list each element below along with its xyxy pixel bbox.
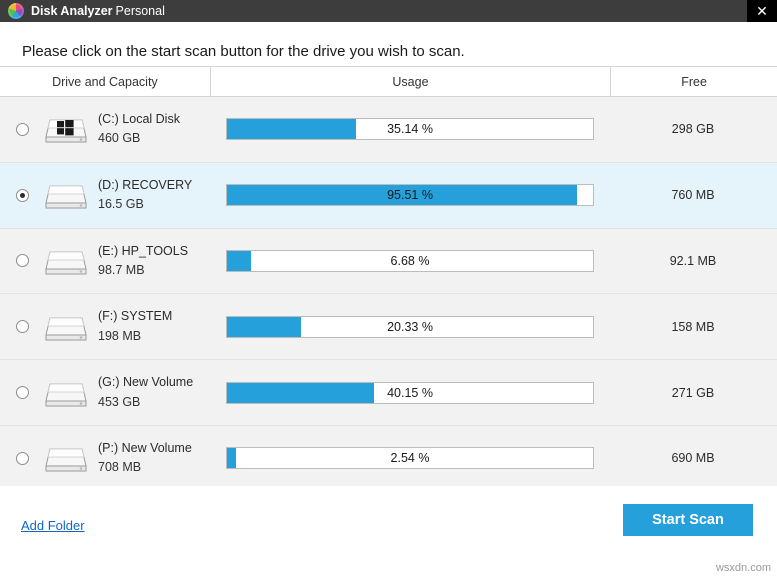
usage-cell: 40.15 %: [210, 382, 610, 404]
header-usage: Usage: [210, 67, 611, 96]
drive-label: (E:) HP_TOOLS98.7 MB: [98, 242, 210, 281]
drive-radio-button[interactable]: [16, 320, 29, 333]
drive-name: (D:) RECOVERY: [98, 176, 210, 195]
header-free: Free: [611, 67, 777, 96]
free-space-value: 760 MB: [610, 188, 776, 202]
drive-radio-wrapper: [0, 254, 44, 267]
windows-drive-icon: [44, 111, 88, 147]
drive-radio-button[interactable]: [16, 386, 29, 399]
window-title-bold: Disk Analyzer: [31, 4, 113, 18]
drive-capacity: 460 GB: [98, 129, 210, 148]
drive-radio-button[interactable]: [16, 452, 29, 465]
usage-cell: 95.51 %: [210, 184, 610, 206]
drive-list: (C:) Local Disk460 GB 35.14 % 298 GB (D:) R…: [0, 97, 777, 486]
usage-percent-label: 95.51 %: [227, 185, 593, 205]
table-row[interactable]: (D:) RECOVERY16.5 GB 95.51 % 760 MB: [0, 163, 777, 229]
drive-name: (F:) SYSTEM: [98, 307, 210, 326]
usage-progress-bar: 2.54 %: [226, 447, 594, 469]
usage-percent-label: 20.33 %: [227, 317, 593, 337]
drive-radio-button[interactable]: [16, 254, 29, 267]
disk-analyzer-window: Disk AnalyzerPersonal ✕ Please click on …: [0, 0, 777, 577]
free-space-value: 690 MB: [610, 451, 776, 465]
drive-label: (P:) New Volume708 MB: [98, 439, 210, 478]
drive-capacity: 198 MB: [98, 327, 210, 346]
table-row[interactable]: (G:) New Volume453 GB 40.15 % 271 GB: [0, 360, 777, 426]
drive-name: (C:) Local Disk: [98, 110, 210, 129]
usage-percent-label: 2.54 %: [227, 448, 593, 468]
hard-drive-icon: [44, 309, 88, 345]
usage-cell: 6.68 %: [210, 250, 610, 272]
drive-capacity: 708 MB: [98, 458, 210, 477]
usage-progress-bar: 40.15 %: [226, 382, 594, 404]
color-wheel-icon: [8, 3, 24, 19]
usage-progress-bar: 95.51 %: [226, 184, 594, 206]
usage-cell: 35.14 %: [210, 118, 610, 140]
drive-radio-wrapper: [0, 189, 44, 202]
hard-drive-icon: [44, 243, 88, 279]
instruction-text: Please click on the start scan button fo…: [0, 22, 777, 66]
table-row[interactable]: (E:) HP_TOOLS98.7 MB 6.68 % 92.1 MB: [0, 229, 777, 295]
hard-drive-icon: [44, 440, 88, 476]
drive-radio-wrapper: [0, 386, 44, 399]
free-space-value: 158 MB: [610, 320, 776, 334]
usage-cell: 2.54 %: [210, 447, 610, 469]
drive-radio-wrapper: [0, 452, 44, 465]
free-space-value: 298 GB: [610, 122, 776, 136]
drive-name: (P:) New Volume: [98, 439, 210, 458]
window-title-light: Personal: [116, 4, 165, 18]
drive-label: (G:) New Volume453 GB: [98, 373, 210, 412]
hard-drive-icon: [44, 375, 88, 411]
table-header: Drive and Capacity Usage Free: [0, 66, 777, 97]
drive-radio-button[interactable]: [16, 189, 29, 202]
table-row[interactable]: (C:) Local Disk460 GB 35.14 % 298 GB: [0, 97, 777, 163]
title-bar: Disk AnalyzerPersonal ✕: [0, 0, 777, 22]
usage-progress-bar: 20.33 %: [226, 316, 594, 338]
drive-radio-wrapper: [0, 123, 44, 136]
drive-label: (D:) RECOVERY16.5 GB: [98, 176, 210, 215]
table-row[interactable]: (P:) New Volume708 MB 2.54 % 690 MB: [0, 426, 777, 486]
drive-label: (F:) SYSTEM198 MB: [98, 307, 210, 346]
usage-cell: 20.33 %: [210, 316, 610, 338]
table-row[interactable]: (F:) SYSTEM198 MB 20.33 % 158 MB: [0, 294, 777, 360]
free-space-value: 92.1 MB: [610, 254, 776, 268]
drive-name: (G:) New Volume: [98, 373, 210, 392]
window-title: Disk AnalyzerPersonal: [31, 4, 165, 18]
drive-capacity: 16.5 GB: [98, 195, 210, 214]
drive-label: (C:) Local Disk460 GB: [98, 110, 210, 149]
drive-radio-wrapper: [0, 320, 44, 333]
watermark-text: wsxdn.com: [716, 562, 771, 574]
drive-name: (E:) HP_TOOLS: [98, 242, 210, 261]
usage-percent-label: 35.14 %: [227, 119, 593, 139]
free-space-value: 271 GB: [610, 386, 776, 400]
drive-capacity: 453 GB: [98, 393, 210, 412]
drive-capacity: 98.7 MB: [98, 261, 210, 280]
usage-progress-bar: 6.68 %: [226, 250, 594, 272]
usage-percent-label: 6.68 %: [227, 251, 593, 271]
usage-percent-label: 40.15 %: [227, 383, 593, 403]
footer: Add Folder Start Scan wsxdn.com: [0, 486, 777, 578]
drive-radio-button[interactable]: [16, 123, 29, 136]
add-folder-link[interactable]: Add Folder: [21, 518, 85, 533]
start-scan-button[interactable]: Start Scan: [623, 504, 753, 536]
hard-drive-icon: [44, 177, 88, 213]
usage-progress-bar: 35.14 %: [226, 118, 594, 140]
header-drive-and-capacity: Drive and Capacity: [0, 67, 210, 96]
close-icon[interactable]: ✕: [747, 0, 777, 22]
